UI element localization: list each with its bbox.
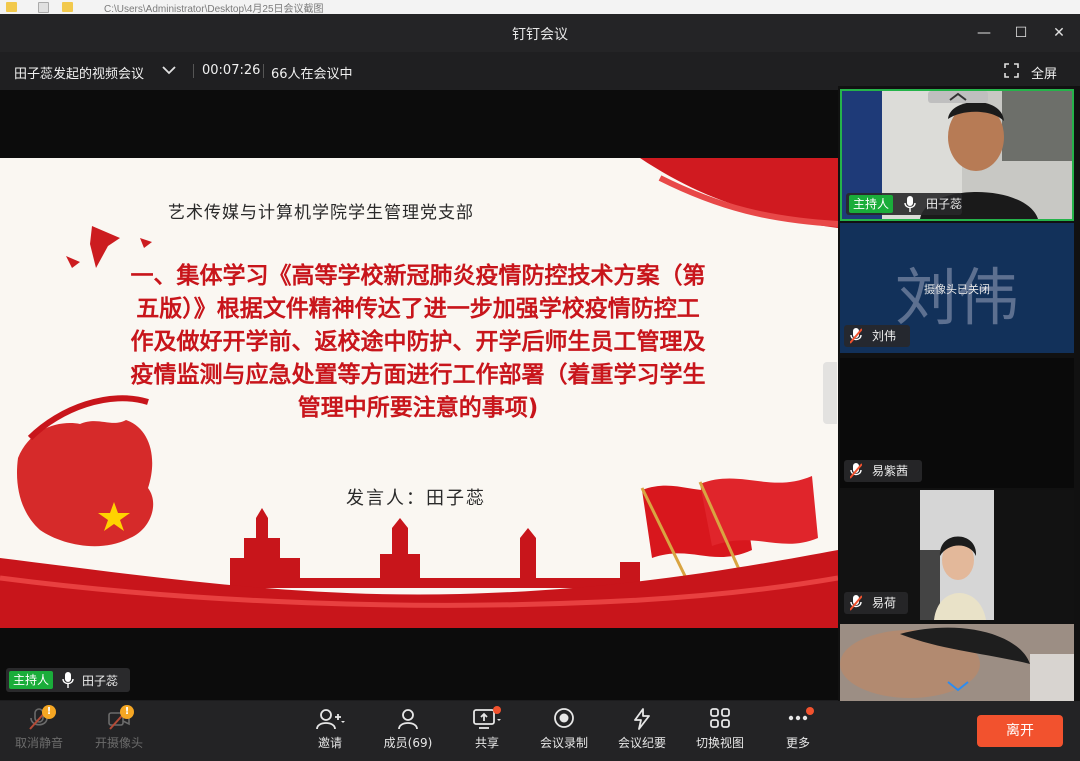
- minutes-label: 会议纪要: [617, 736, 666, 750]
- lightning-icon: [634, 708, 650, 730]
- divider: [193, 64, 194, 78]
- participant-tile[interactable]: [840, 624, 1074, 701]
- participant-tile[interactable]: 主持人 田子蕊: [840, 89, 1074, 221]
- dove-icon: [140, 238, 152, 248]
- more-label: 更多: [785, 736, 810, 750]
- shared-screen-stage: 艺术传媒与计算机学院学生管理党支部 一、集体学习《高等学校新冠肺炎疫情防控技术方…: [0, 90, 838, 700]
- presentation-slide: 艺术传媒与计算机学院学生管理党支部 一、集体学习《高等学校新冠肺炎疫情防控技术方…: [0, 158, 838, 628]
- participant-name: 田子蕊: [926, 197, 963, 211]
- members-button[interactable]: 成员(69): [373, 707, 443, 751]
- notification-dot: [806, 707, 814, 715]
- minimize-button[interactable]: —: [972, 22, 996, 44]
- maximize-button[interactable]: ☐: [1009, 22, 1033, 44]
- share-label: 共享: [474, 736, 499, 750]
- start-camera-label: 开摄像头: [94, 736, 143, 750]
- dove-icon: [66, 256, 80, 268]
- share-button[interactable]: 共享: [452, 707, 522, 751]
- participant-tile[interactable]: 刘伟 摄像头已关闭 刘伟: [840, 223, 1074, 353]
- add-user-icon: [316, 709, 345, 730]
- record-label: 会议录制: [539, 736, 588, 750]
- unmute-button[interactable]: 取消静音: [4, 707, 74, 751]
- start-camera-button[interactable]: 开摄像头: [84, 707, 154, 751]
- switch-view-label: 切换视图: [695, 736, 744, 750]
- folder-icon: [62, 2, 73, 12]
- unmute-label: 取消静音: [14, 736, 63, 750]
- warning-badge: !: [42, 705, 56, 719]
- close-button[interactable]: ✕: [1047, 22, 1071, 44]
- divider: [263, 64, 264, 78]
- meeting-timer: 00:07:26: [202, 63, 261, 78]
- microphone-muted-icon: [850, 595, 862, 611]
- participant-label: 刘伟: [844, 325, 910, 347]
- main-speaker-name: 田子蕊: [82, 674, 119, 688]
- participant-label: 易紫茜: [844, 460, 922, 482]
- dove-icon: [90, 226, 120, 268]
- participant-panel: 主持人 田子蕊 刘伟 摄像头已关闭 刘伟 易紫茜 易荷: [838, 86, 1080, 701]
- warning-badge: !: [120, 705, 134, 719]
- title-bar: 钉钉会议 — ☐ ✕: [0, 14, 1080, 52]
- camera-off-text: 摄像头已关闭: [924, 283, 990, 296]
- background-window-strip: C:\Users\Administrator\Desktop\4月25日会议截图: [0, 0, 1080, 14]
- background-window-path: C:\Users\Administrator\Desktop\4月25日会议截图: [104, 4, 324, 14]
- participant-name: 易紫茜: [872, 464, 909, 478]
- participant-name: 刘伟: [872, 329, 897, 343]
- host-badge: 主持人: [9, 671, 54, 689]
- minutes-button[interactable]: 会议纪要: [607, 707, 677, 751]
- notification-dot: [493, 706, 501, 714]
- slide-headline: 一、集体学习《高等学校新冠肺炎疫情防控技术方案（第五版）》根据文件精神传达了进一…: [130, 263, 706, 421]
- participant-name: 易荷: [872, 596, 897, 610]
- slide-department: 艺术传媒与计算机学院学生管理党支部: [168, 203, 474, 223]
- participant-count: 66人在会议中: [271, 67, 353, 82]
- invite-label: 邀请: [317, 736, 342, 750]
- members-icon: [398, 709, 418, 730]
- folder-icon: [6, 2, 17, 12]
- microphone-icon: [904, 196, 916, 212]
- microphone-muted-icon: [850, 328, 862, 344]
- record-icon: [554, 708, 574, 728]
- microphone-icon: [62, 672, 74, 688]
- switch-view-button[interactable]: 切换视图: [685, 707, 755, 751]
- members-label: 成员(69): [383, 736, 433, 750]
- participant-label: 易荷: [844, 592, 908, 614]
- participant-tile[interactable]: 易荷: [840, 490, 1074, 620]
- window-title: 钉钉会议: [512, 27, 568, 43]
- sidebar-collapse-handle[interactable]: [823, 362, 837, 424]
- host-badge: 主持人: [849, 195, 894, 213]
- participant-tile[interactable]: 易紫茜: [840, 358, 1074, 488]
- more-button[interactable]: 更多: [763, 707, 833, 751]
- meeting-toolbar: 取消静音 ! 开摄像头 ! 邀请 成员(69) 共享 会议录制 会议纪要 切换视…: [0, 701, 1080, 761]
- grid-view-icon: [710, 708, 730, 728]
- invite-button[interactable]: 邀请: [295, 707, 365, 751]
- fullscreen-button[interactable]: 全屏: [1031, 63, 1057, 82]
- leave-button[interactable]: 离开: [977, 715, 1063, 747]
- participant-label: 主持人 田子蕊: [846, 193, 962, 215]
- meeting-topic[interactable]: 田子蕊发起的视频会议: [14, 63, 144, 82]
- participant-video: [840, 624, 1074, 701]
- chevron-down-icon[interactable]: [160, 61, 178, 79]
- microphone-muted-icon: [850, 463, 862, 479]
- main-speaker-tag: 主持人 田子蕊: [6, 668, 130, 692]
- fullscreen-icon[interactable]: [1004, 63, 1019, 78]
- record-button[interactable]: 会议录制: [529, 707, 599, 751]
- slide-speaker: 发言人：田子蕊: [346, 488, 486, 509]
- meeting-info-bar: 田子蕊发起的视频会议 00:07:26 66人在会议中 全屏: [0, 52, 1080, 90]
- document-icon: [38, 2, 49, 13]
